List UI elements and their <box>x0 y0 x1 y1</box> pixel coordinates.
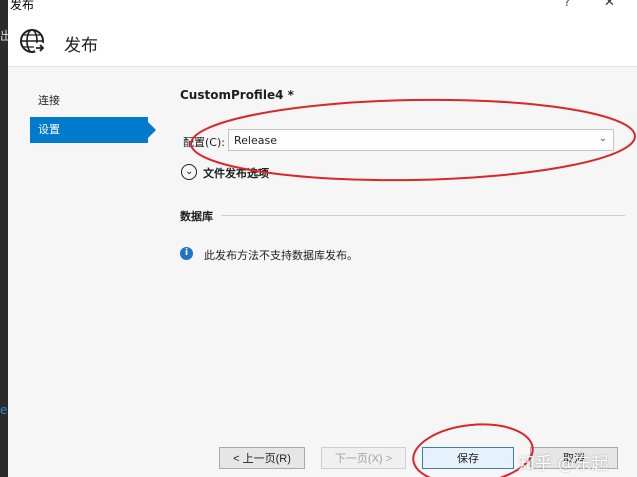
profile-name: CustomProfile4 * <box>180 88 294 102</box>
next-button[interactable]: 下一页(X) > <box>321 447 406 469</box>
sidebar-item-label: 设置 <box>38 123 60 136</box>
configuration-value: Release <box>234 134 277 147</box>
configuration-select[interactable]: Release ⌄ <box>228 129 614 151</box>
dialog-header: 发布 <box>8 14 637 67</box>
page-title: 发布 <box>64 36 98 56</box>
configuration-label: 配置(C): <box>183 136 225 149</box>
chevron-down-icon: ⌄ <box>598 133 607 144</box>
file-publish-options-label: 文件发布选项 <box>203 167 269 180</box>
sidebar-nav: 连接 设置 <box>30 88 156 143</box>
title-bar: 发布 ? ✕ <box>8 0 637 14</box>
info-icon: i <box>180 247 193 260</box>
section-divider <box>221 215 625 216</box>
annotation-overlay <box>190 98 636 477</box>
database-heading: 数据库 <box>180 210 213 223</box>
window-title: 发布 <box>10 0 35 12</box>
publish-dialog: 发布 ? ✕ 发布 连接 设置 CustomProfile4 * 配置(C): … <box>8 0 637 477</box>
previous-button[interactable]: < 上一页(R) <box>219 447 305 469</box>
close-button[interactable]: ✕ <box>604 0 615 10</box>
watermark: 知乎 @东起 <box>518 454 609 474</box>
sidebar-item-settings[interactable]: 设置 <box>30 117 156 143</box>
sidebar-item-connection[interactable]: 连接 <box>30 88 150 114</box>
info-text: 此发布方法不支持数据库发布。 <box>204 249 358 262</box>
expand-chevron-icon: ⌄ <box>181 164 197 180</box>
save-button[interactable]: 保存 <box>422 447 514 469</box>
sidebar-item-label: 连接 <box>38 94 60 107</box>
background-ide-glyph: e <box>0 403 8 417</box>
help-button[interactable]: ? <box>564 0 570 9</box>
globe-publish-icon <box>20 29 46 54</box>
